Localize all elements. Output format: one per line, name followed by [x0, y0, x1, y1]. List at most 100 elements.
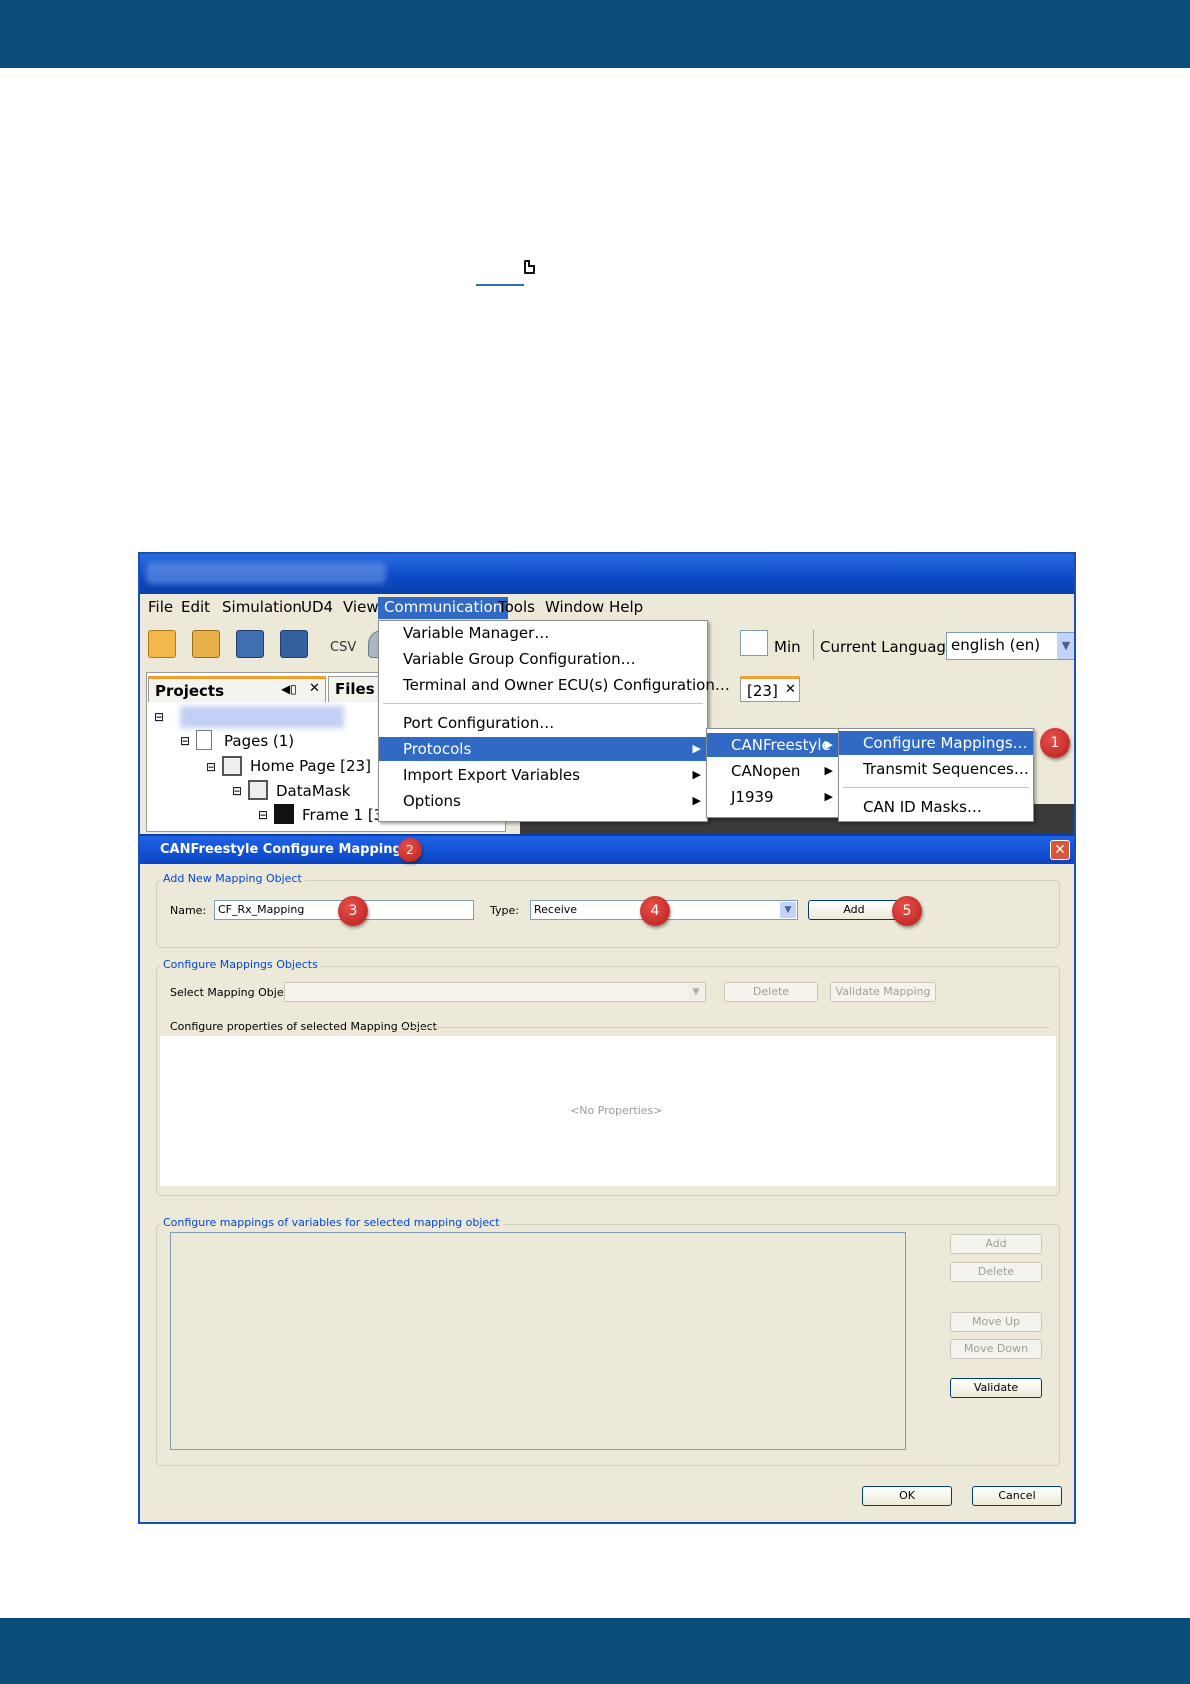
- close-icon[interactable]: ✕: [1050, 840, 1070, 860]
- csv-label[interactable]: CSV: [330, 640, 356, 655]
- menu-item-canfreestyle-label: CANFreestyle: [731, 736, 831, 754]
- ok-button[interactable]: OK: [862, 1486, 952, 1506]
- application-screenshot: File Edit Simulation UD4 View Communicat…: [138, 552, 1076, 1524]
- submenu-arrow-icon: ▶: [824, 738, 833, 751]
- canfreestyle-menu: Configure Mappings… Transmit Sequences… …: [838, 728, 1034, 822]
- language-select[interactable]: english (en) ▼: [946, 632, 1074, 660]
- tab-projects[interactable]: Projects ◀▯ ✕: [148, 676, 326, 702]
- document-icon: [524, 260, 535, 274]
- current-language-label: Current Language: [820, 638, 956, 656]
- add-mapping-legend: Add New Mapping Object: [160, 872, 305, 885]
- menu-tools[interactable]: Tools: [492, 597, 541, 619]
- validate-button[interactable]: Validate: [950, 1378, 1042, 1398]
- toolbar-separator: [813, 630, 814, 660]
- chevron-down-icon[interactable]: ▼: [688, 984, 704, 1000]
- callout-4: 4: [640, 896, 670, 926]
- footer-band: [0, 1618, 1190, 1684]
- menu-item-canopen-label: CANopen: [731, 762, 801, 780]
- menu-ud4[interactable]: UD4: [295, 597, 339, 619]
- cancel-button[interactable]: Cancel: [972, 1486, 1062, 1506]
- protocols-menu: CANFreestyle ▶ CANopen ▶ J1939 ▶: [706, 728, 840, 818]
- blurred-project-name: [180, 706, 344, 728]
- submenu-arrow-icon: ▶: [692, 794, 701, 807]
- type-label: Type:: [490, 904, 519, 917]
- menu-file[interactable]: File: [142, 597, 179, 619]
- menu-bar: File Edit Simulation UD4 View Communicat…: [140, 594, 1074, 620]
- open-folder-icon[interactable]: [192, 630, 220, 658]
- minimize-panel-icon[interactable]: ◀▯: [281, 682, 297, 696]
- language-value: english (en): [951, 636, 1041, 654]
- save-all-icon[interactable]: [280, 630, 308, 658]
- select-mapping-object[interactable]: ▼: [284, 982, 706, 1002]
- menu-item-port-configuration[interactable]: Port Configuration…: [379, 711, 554, 735]
- move-up-button[interactable]: Move Up: [950, 1312, 1042, 1332]
- validate-mapping-button[interactable]: Validate Mapping: [830, 982, 936, 1002]
- menu-separator: [383, 703, 703, 704]
- blurred-title: [146, 562, 386, 584]
- menu-item-transmit-sequences[interactable]: Transmit Sequences…: [839, 757, 1029, 781]
- menu-help[interactable]: Help: [603, 597, 649, 619]
- screen-icon: [248, 780, 268, 800]
- tree-item-pages[interactable]: Pages (1): [224, 732, 294, 750]
- submenu-arrow-icon: ▶: [692, 768, 701, 781]
- tab-editor[interactable]: [23] ✕: [740, 676, 800, 702]
- menu-item-canopen[interactable]: CANopen ▶: [707, 759, 839, 783]
- menu-item-variable-group-configuration[interactable]: Variable Group Configuration…: [379, 647, 636, 671]
- window-titlebar: [140, 554, 1074, 594]
- menu-edit[interactable]: Edit: [175, 597, 216, 619]
- delete-variable-button[interactable]: Delete: [950, 1262, 1042, 1282]
- min-input[interactable]: [740, 630, 768, 656]
- menu-item-configure-mappings[interactable]: Configure Mappings…: [839, 731, 1033, 755]
- close-icon[interactable]: ✕: [309, 681, 320, 696]
- menu-item-j1939[interactable]: J1939 ▶: [707, 785, 839, 809]
- select-mapping-label: Select Mapping Object:: [170, 986, 298, 999]
- new-project-icon[interactable]: [148, 630, 176, 658]
- chevron-down-icon[interactable]: ▼: [780, 902, 796, 918]
- menu-window[interactable]: Window: [539, 597, 610, 619]
- collapse-icon[interactable]: ⊟: [258, 808, 268, 822]
- submenu-arrow-icon: ▶: [824, 790, 833, 803]
- tab-files-label: Files: [335, 680, 375, 698]
- frame-icon: [274, 804, 294, 824]
- add-mapping-button[interactable]: Add: [808, 900, 900, 920]
- tree-item-home-page[interactable]: Home Page [23]: [250, 757, 371, 775]
- collapse-icon[interactable]: ⊟: [154, 710, 164, 724]
- tree-item-datamask[interactable]: DataMask: [276, 782, 350, 800]
- menu-item-variable-manager[interactable]: Variable Manager…: [379, 621, 549, 645]
- submenu-arrow-icon: ▶: [692, 742, 701, 755]
- communication-menu: Variable Manager… Variable Group Configu…: [378, 620, 730, 822]
- menu-item-options[interactable]: Options ▶: [379, 789, 707, 813]
- collapse-icon[interactable]: ⊟: [206, 760, 216, 774]
- divider: [402, 1027, 1050, 1028]
- menu-item-import-export-variables[interactable]: Import Export Variables ▶: [379, 763, 707, 787]
- menu-item-canfreestyle[interactable]: CANFreestyle ▶: [707, 733, 839, 757]
- min-label: Min: [774, 638, 801, 656]
- variables-list[interactable]: [170, 1232, 906, 1450]
- menu-item-can-id-masks[interactable]: CAN ID Masks…: [839, 795, 982, 819]
- configure-mappings-legend: Configure Mappings Objects: [160, 958, 321, 971]
- menu-item-terminal-owner-ecu-configuration[interactable]: Terminal and Owner ECU(s) Configuration…: [379, 673, 730, 697]
- name-label: Name:: [170, 904, 207, 917]
- callout-5: 5: [892, 896, 922, 926]
- screen-icon: [222, 756, 242, 776]
- no-properties-text: <No Properties>: [570, 1104, 663, 1117]
- callout-2: 2: [398, 838, 422, 862]
- close-icon[interactable]: ✕: [785, 682, 796, 697]
- delete-mapping-button[interactable]: Delete: [724, 982, 818, 1002]
- collapse-icon[interactable]: ⊟: [232, 784, 242, 798]
- callout-3: 3: [338, 896, 368, 926]
- move-down-button[interactable]: Move Down: [950, 1339, 1042, 1359]
- tab-editor-label: [23]: [747, 682, 778, 700]
- menu-communication[interactable]: Communication: [378, 597, 509, 619]
- add-variable-button[interactable]: Add: [950, 1234, 1042, 1254]
- menu-separator: [843, 787, 1029, 788]
- chevron-down-icon[interactable]: ▼: [1057, 633, 1074, 659]
- page-icon: [196, 730, 212, 750]
- header-band: [0, 0, 1190, 68]
- menu-item-protocols[interactable]: Protocols ▶: [379, 737, 707, 761]
- save-icon[interactable]: [236, 630, 264, 658]
- menu-item-j1939-label: J1939: [731, 788, 774, 806]
- configure-mappings-dialog: CANFreestyle Configure Mappings ✕ 2 Add …: [140, 834, 1074, 1522]
- collapse-icon[interactable]: ⊟: [180, 734, 190, 748]
- document-link-underline[interactable]: [476, 284, 524, 286]
